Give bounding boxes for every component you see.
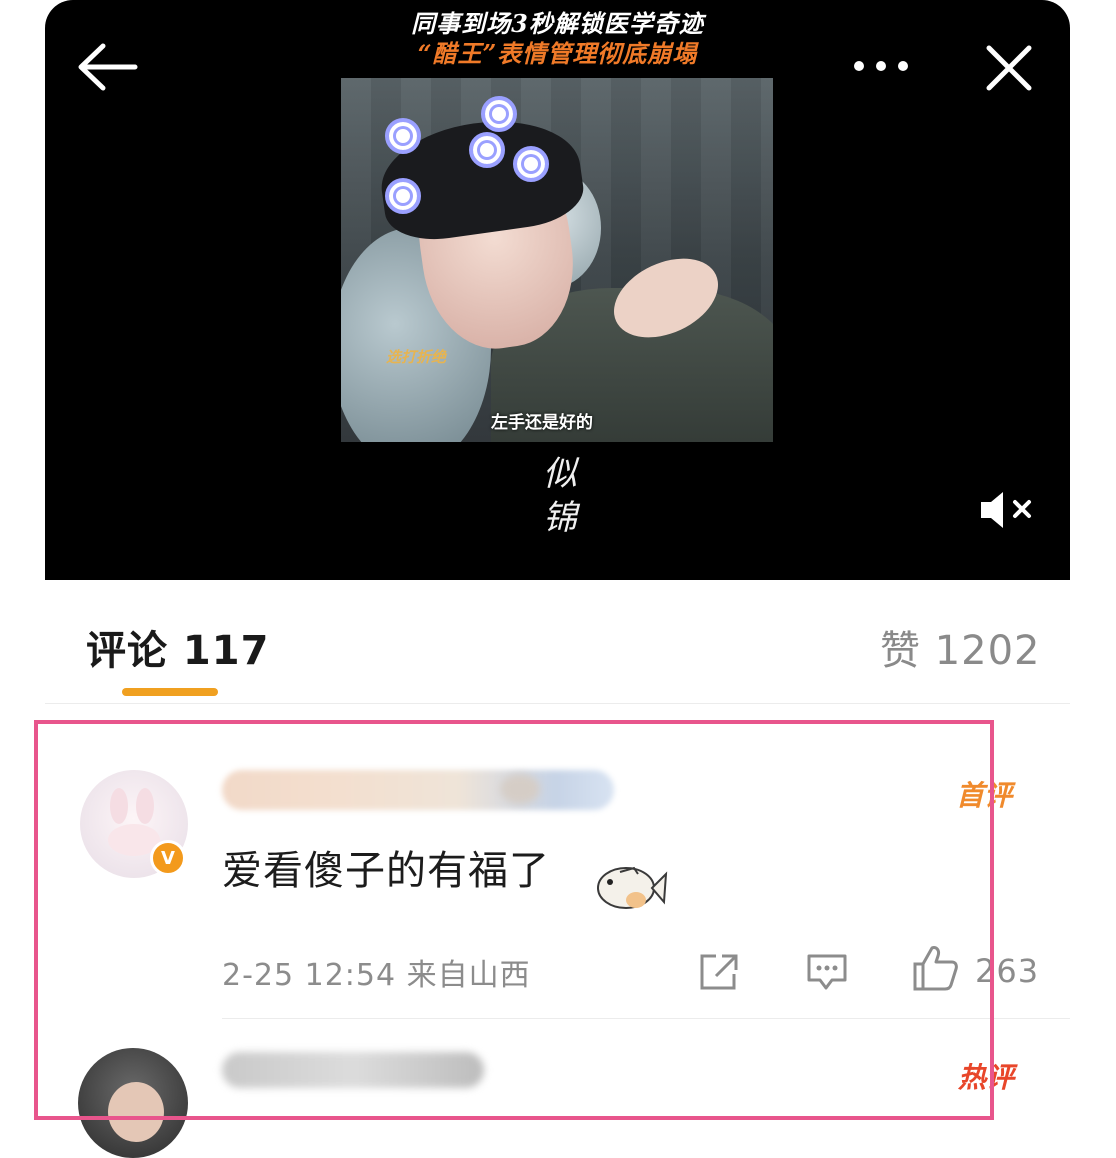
comment-tabs: 评论 117 赞 1202 bbox=[0, 600, 1116, 710]
dizzy-swirl-icon bbox=[385, 178, 421, 214]
reply-button[interactable] bbox=[806, 952, 848, 992]
video-frame: 选打折绝 左手还是好的 bbox=[341, 78, 773, 442]
like-button[interactable] bbox=[912, 944, 958, 992]
dizzy-swirl-icon bbox=[469, 132, 505, 168]
comment-item: 热评 bbox=[0, 1040, 1116, 1158]
avatar-ear bbox=[110, 788, 128, 824]
frame-subtitle-bottom: 左手还是好的 bbox=[491, 413, 593, 433]
reply-icon bbox=[807, 954, 847, 990]
tab-comments[interactable]: 评论 117 bbox=[86, 618, 269, 676]
dizzy-swirl-icon bbox=[481, 96, 517, 132]
show-logo: 似锦 bbox=[543, 454, 577, 538]
more-dot bbox=[898, 61, 908, 71]
hot-comment-tag: 热评 bbox=[958, 1061, 1015, 1094]
comment-item: V 首评 爱看傻子的有福了 2-25 12:54 来自山西 263 bbox=[0, 760, 1116, 1030]
video-player[interactable]: 同事到场3秒解锁医学奇迹 “醋王”表情管理彻底崩塌 选打折绝 左手还是好的 似锦 bbox=[45, 0, 1070, 580]
dizzy-swirl-icon bbox=[513, 146, 549, 182]
thumbs-up-icon bbox=[913, 946, 958, 991]
username-blurred[interactable] bbox=[222, 1052, 484, 1088]
more-dots-icon bbox=[854, 61, 864, 71]
avatar[interactable] bbox=[78, 1048, 188, 1158]
comment-meta: 2-25 12:54 来自山西 bbox=[222, 958, 531, 993]
close-icon bbox=[986, 45, 1032, 91]
dizzy-swirl-icon bbox=[385, 118, 421, 154]
share-icon bbox=[700, 954, 738, 990]
speaker-muted-icon bbox=[981, 492, 1031, 528]
username-blurred[interactable] bbox=[222, 770, 614, 810]
tab-active-indicator bbox=[122, 688, 218, 696]
username-blurred-emoji bbox=[500, 774, 540, 804]
divider bbox=[45, 703, 1070, 704]
like-count: 263 bbox=[975, 952, 1040, 990]
share-button[interactable] bbox=[698, 952, 740, 992]
comment-text: 爱看傻子的有福了 bbox=[222, 848, 550, 894]
verified-badge-icon: V bbox=[150, 840, 186, 876]
more-button[interactable] bbox=[845, 52, 917, 80]
first-comment-tag: 首评 bbox=[956, 779, 1013, 812]
mute-button[interactable] bbox=[977, 488, 1041, 532]
tab-likes[interactable]: 赞 1202 bbox=[880, 618, 1041, 676]
fish-emoji-icon bbox=[590, 858, 668, 920]
more-dot bbox=[876, 61, 886, 71]
divider bbox=[222, 1018, 1070, 1019]
avatar-face bbox=[108, 1082, 164, 1142]
close-button[interactable] bbox=[983, 42, 1035, 94]
frame-subtitle-left: 选打折绝 bbox=[386, 348, 447, 366]
avatar-ear bbox=[136, 788, 154, 824]
